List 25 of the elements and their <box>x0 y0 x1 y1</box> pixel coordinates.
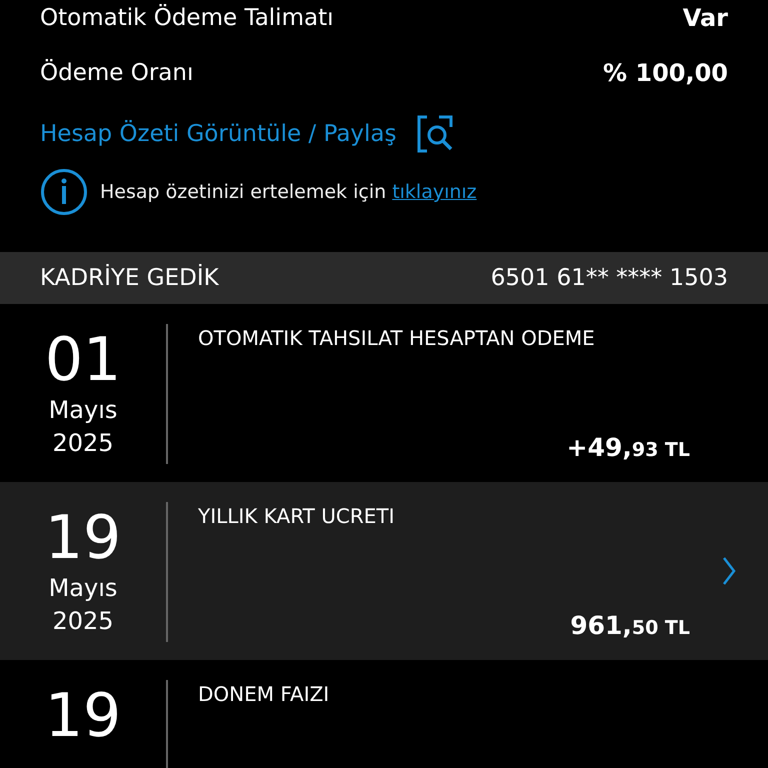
date-month: Mayıs <box>48 573 118 604</box>
date-year: 2025 <box>52 428 114 459</box>
transaction-description: OTOMATIK TAHSILAT HESAPTAN ODEME <box>198 326 596 350</box>
postpone-link[interactable]: tıklayınız <box>392 181 477 203</box>
transaction-row-selected[interactable]: 19 Mayıs 2025 YILLIK KART UCRETI 961,50 TL <box>0 482 768 660</box>
transaction-amount: 961,50 TL <box>570 611 690 640</box>
info-icon <box>40 168 88 216</box>
summary-label: Ödeme Oranı <box>40 60 194 86</box>
transaction-description: YILLIK KART UCRETI <box>198 504 396 528</box>
date-month: Mayıs <box>48 395 118 426</box>
document-search-icon[interactable] <box>416 115 454 153</box>
summary-value: Var <box>682 4 728 32</box>
transaction-amount: +49,93 TL <box>566 433 690 462</box>
summary-value: % 100,00 <box>602 59 728 87</box>
transaction-description: DONEM FAIZI <box>198 682 330 706</box>
notice-text: Hesap özetinizi ertelemek için tıklayınız <box>100 181 477 203</box>
summary-label: Otomatik Ödeme Talimatı <box>40 5 334 31</box>
statement-link[interactable]: Hesap Özeti Görüntüle / Paylaş <box>40 121 396 147</box>
date-year: 2025 <box>52 606 114 637</box>
date-day: 19 <box>44 682 122 750</box>
chevron-right-icon[interactable] <box>722 556 736 586</box>
date-day: 19 <box>44 504 122 572</box>
date-day: 01 <box>44 326 122 394</box>
card-holder: KADRİYE GEDİK <box>40 265 219 291</box>
card-number: 6501 61** **** 1503 <box>490 265 728 291</box>
